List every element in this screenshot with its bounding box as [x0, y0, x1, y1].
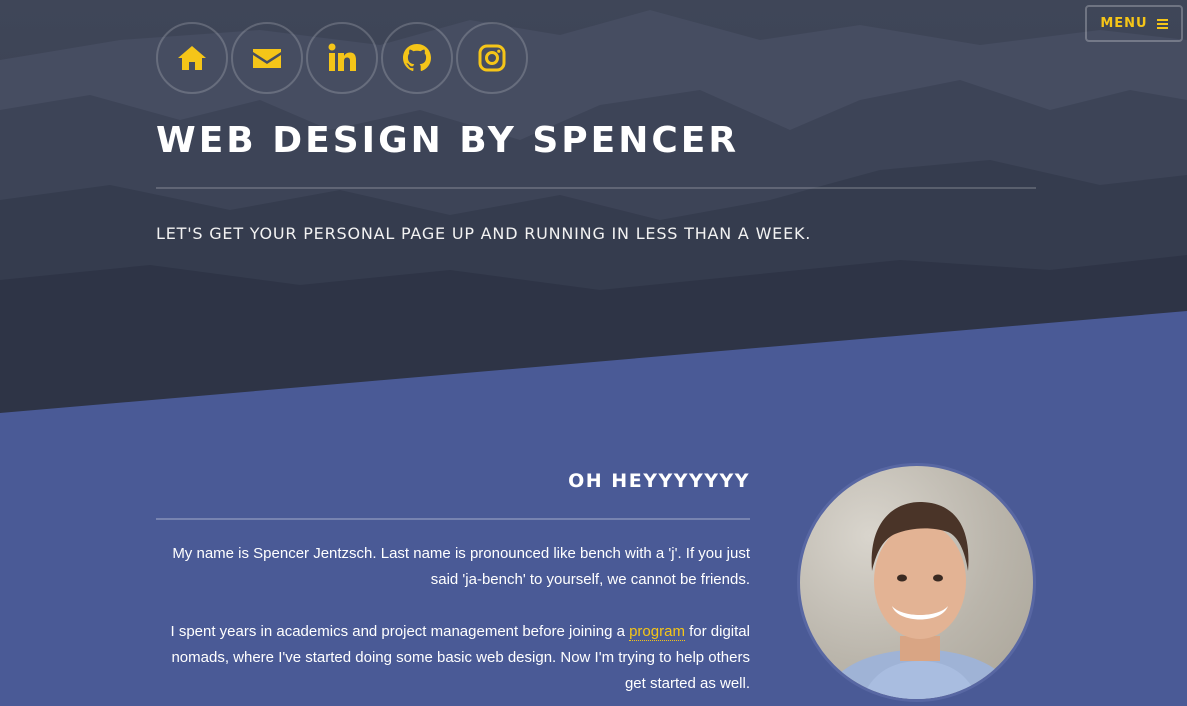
- envelope-icon: [253, 49, 281, 68]
- hamburger-icon: [1156, 18, 1168, 29]
- about-paragraph-1: My name is Spencer Jentzsch. Last name i…: [172, 545, 750, 588]
- program-link[interactable]: program: [629, 623, 685, 641]
- about-paragraph-2-start: I spent years in academics and project m…: [170, 623, 630, 640]
- menu-label: MENU: [1100, 16, 1148, 31]
- about-paragraph-2: I spent years in academics and project m…: [156, 619, 750, 697]
- hero-divider: [156, 187, 1036, 189]
- about-text: My name is Spencer Jentzsch. Last name i…: [156, 541, 750, 706]
- menu-button[interactable]: MENU: [1085, 5, 1183, 42]
- social-links: [156, 22, 528, 94]
- home-icon: [178, 46, 206, 70]
- linkedin-icon: [328, 43, 356, 71]
- about-divider: [156, 518, 750, 520]
- instagram-icon: [478, 44, 506, 72]
- linkedin-link[interactable]: [306, 22, 378, 94]
- profile-photo: [822, 501, 1018, 699]
- email-link[interactable]: [231, 22, 303, 94]
- about-heading: OH HEYYYYYYY: [568, 470, 750, 492]
- hero-tagline: LET'S GET YOUR PERSONAL PAGE UP AND RUNN…: [156, 224, 812, 243]
- avatar: [797, 463, 1036, 702]
- home-link[interactable]: [156, 22, 228, 94]
- github-link[interactable]: [381, 22, 453, 94]
- github-icon: [403, 44, 431, 72]
- instagram-link[interactable]: [456, 22, 528, 94]
- page-title: WEB DESIGN BY SPENCER: [156, 120, 740, 161]
